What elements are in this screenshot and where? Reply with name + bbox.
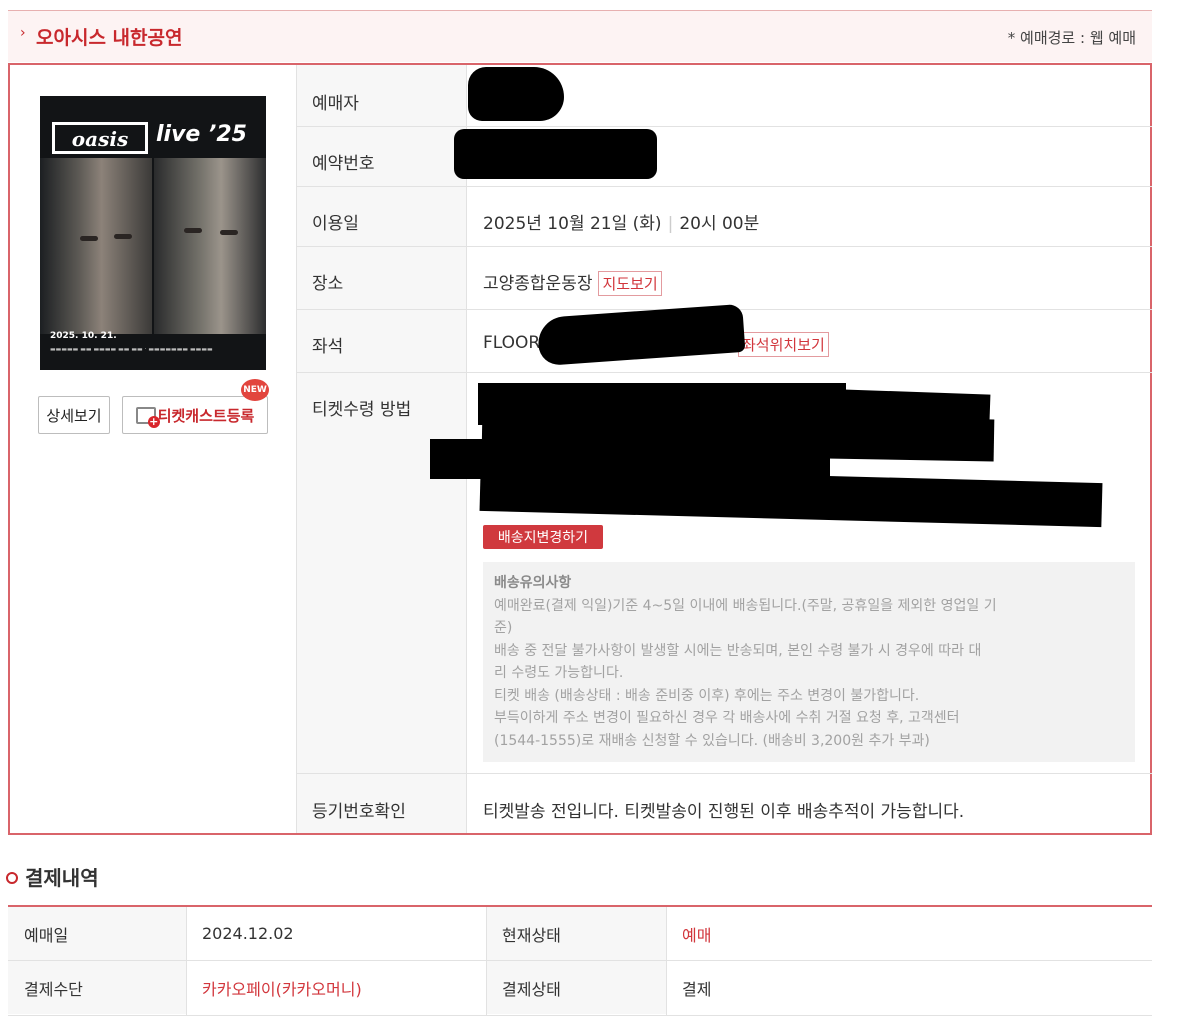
redacted-booker [468, 67, 564, 121]
ticketcast-register-button[interactable]: + 티켓캐스트등록 [122, 396, 268, 434]
payment-method-value: 카카오페이(카카오머니) [202, 979, 362, 999]
event-poster[interactable]: oasis live ’25 2025. 10. 21. ▬▬▬▬▬ ▬▬ ▬▬… [40, 96, 266, 370]
poster-face-right [154, 158, 266, 334]
page-title: 오아시스 내한공연 [36, 27, 183, 49]
payment-method-label: 결제수단 [8, 961, 186, 1014]
payment-status-value: 결제 [682, 979, 712, 999]
reservation-number-label: 예약번호 [312, 154, 375, 174]
divider [297, 126, 1152, 127]
notice-line: 티켓 배송 (배송상태 : 배송 준비중 이후) 후에는 주소 변경이 불가합니… [494, 687, 920, 704]
tracking-value: 티켓발송 전입니다. 티켓발송이 진행된 이후 배송추적이 가능합니다. [483, 802, 965, 822]
seat-value: FLOOR [483, 333, 541, 353]
section-header: › 오아시스 내한공연 * 예매경로 : 웹 예매 [8, 10, 1152, 62]
folder-add-icon: + [135, 406, 160, 428]
bullet-icon [6, 871, 18, 884]
poster-fine-print: ▬▬▬▬▬ ▬▬ ▬▬▬▬ ▬▬ ▬▬ · ▬▬▬▬▬▬▬ ▬▬▬▬ [50, 346, 213, 353]
redacted-address [479, 466, 1103, 528]
venue-label: 장소 [312, 274, 344, 294]
divider [297, 773, 1152, 774]
reservation-detail-box: oasis live ’25 2025. 10. 21. ▬▬▬▬▬ ▬▬ ▬▬… [8, 63, 1152, 835]
payment-section-title: 결제내역 [6, 862, 99, 891]
map-link[interactable]: 지도보기 [598, 271, 662, 296]
redacted-seat [536, 303, 746, 367]
seat-location-link[interactable]: 좌석위치보기 [738, 332, 829, 357]
ticket-receive-label: 티켓수령 방법 [312, 400, 412, 420]
notice-line: (1544-1555)로 재배송 신청할 수 있습니다. (배송비 3,200원… [494, 732, 930, 749]
booking-date-label: 예매일 [8, 907, 186, 960]
divider [186, 907, 187, 1015]
date-label: 이용일 [312, 214, 359, 234]
change-address-button[interactable]: 배송지변경하기 [483, 525, 603, 549]
venue-value: 고양종합운동장 지도보기 [483, 269, 662, 296]
seat-label: 좌석 [312, 337, 344, 357]
status-value: 예매 [682, 925, 712, 945]
detail-button[interactable]: 상세보기 [38, 396, 110, 434]
booking-date-value: 2024.12.02 [202, 924, 294, 943]
notice-line: 배송 중 전달 불가사항이 발생할 시에는 반송되며, 본인 수령 불가 시 경… [494, 642, 982, 659]
notice-line: 부득이하게 주소 변경이 필요하신 경우 각 배송사에 수취 거절 요청 후, … [494, 710, 960, 726]
divider [297, 372, 1152, 373]
poster-date: 2025. 10. 21. [50, 331, 117, 341]
notice-title: 배송유의사항 [494, 575, 572, 591]
divider [297, 246, 1152, 247]
divider [486, 907, 487, 1015]
payment-status-label: 결제상태 [486, 961, 666, 1014]
payment-table: 예매일 2024.12.02 현재상태 예매 결제수단 카카오페이(카카오머니)… [8, 905, 1152, 1016]
date-value: 2025년 10월 21일 (화) | 20시 00분 [483, 214, 760, 234]
divider [666, 907, 667, 1015]
notice-line: 준) [494, 620, 513, 636]
notice-line: 예매완료(결제 익일)기준 4~5일 이내에 배송됩니다.(주말, 공휴일을 제… [494, 597, 997, 614]
status-label: 현재상태 [486, 907, 666, 960]
booking-route: * 예매경로 : 웹 예매 [1007, 29, 1136, 47]
divider [297, 186, 1152, 187]
oasis-logo: oasis [52, 122, 148, 154]
ticketcast-label: 티켓캐스트등록 [157, 406, 255, 425]
redacted-reservation-number [454, 129, 657, 179]
shipping-notice: 배송유의사항 예매완료(결제 익일)기준 4~5일 이내에 배송됩니다.(주말,… [483, 562, 1135, 762]
notice-line: 리 수령도 가능합니다. [494, 665, 624, 681]
arrow-icon: › [20, 25, 26, 41]
new-badge: NEW [241, 379, 269, 401]
poster-live-text: live ’25 [156, 122, 247, 147]
divider [296, 65, 297, 833]
booker-label: 예매자 [312, 94, 359, 114]
tracking-label: 등기번호확인 [312, 802, 406, 822]
poster-face-left [40, 158, 152, 334]
